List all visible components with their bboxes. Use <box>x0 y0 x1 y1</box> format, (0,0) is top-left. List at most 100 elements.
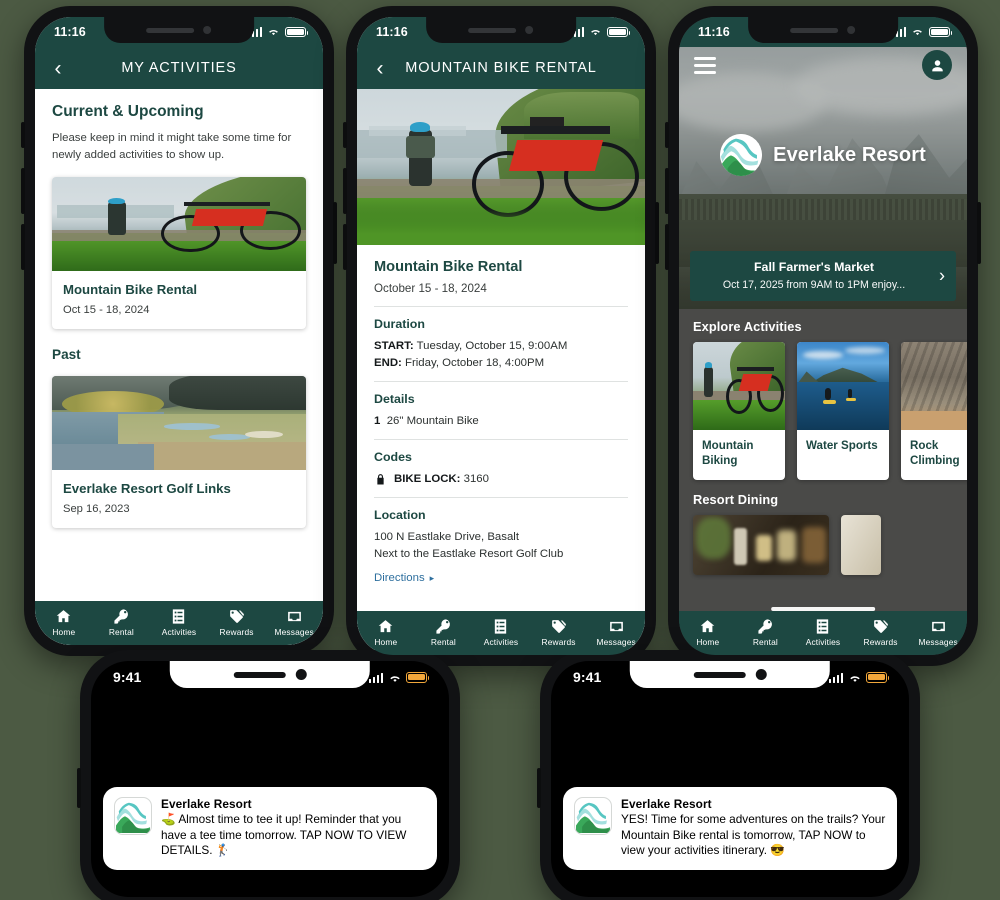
front-camera-icon <box>203 26 212 34</box>
home-indicator[interactable] <box>449 607 553 611</box>
address-line-2: Next to the Eastlake Resort Golf Club <box>374 548 564 561</box>
home-indicator[interactable] <box>771 607 875 611</box>
chevron-right-icon: › <box>939 265 945 286</box>
status-time: 9:41 <box>113 669 142 685</box>
resort-dining-heading: Resort Dining <box>693 491 779 507</box>
brand-lockup: Everlake Resort <box>679 134 967 176</box>
tab-home[interactable]: Home <box>679 618 737 647</box>
wifi-icon <box>388 673 401 683</box>
tab-label: Activities <box>483 636 519 647</box>
tab-rewards[interactable]: Rewards <box>208 608 266 637</box>
wifi-icon <box>911 27 924 37</box>
section-heading-past: Past <box>52 347 81 363</box>
home-indicator[interactable] <box>127 597 231 601</box>
user-avatar-icon[interactable] <box>922 50 952 80</box>
notification-app-name: Everlake Resort <box>621 797 712 811</box>
detail-section-codes: Codes BIKE LOCK: 3160 <box>374 438 628 497</box>
item-qty: 1 <box>374 414 381 427</box>
activity-name: Everlake Resort Golf Links <box>63 481 231 497</box>
explore-card-rock-climbing[interactable]: Rock Climbing <box>901 342 967 480</box>
detail-subtitle: October 15 - 18, 2024 <box>374 282 487 295</box>
tab-home[interactable]: Home <box>35 608 93 637</box>
tab-rental[interactable]: Rental <box>415 618 473 647</box>
speaker-grille-icon <box>468 27 517 33</box>
activity-thumbnail-mountain-bike <box>52 177 306 272</box>
notification-banner[interactable]: Everlake Resort YES! Time for some adven… <box>563 787 897 871</box>
promo-banner-fall-farmers-market[interactable]: Fall Farmer's Market Oct 17, 2025 from 9… <box>690 251 956 301</box>
phone1-screen: 11:16 ‹ MY ACTIVITIES Current & Upcoming… <box>35 17 323 645</box>
tab-rewards[interactable]: Rewards <box>530 618 588 647</box>
phone1-volume-down-button[interactable] <box>21 224 25 270</box>
battery-full-icon <box>607 26 631 38</box>
end-label: END: <box>374 356 402 369</box>
phone2-volume-up-button[interactable] <box>343 168 347 214</box>
key-icon <box>435 618 452 635</box>
front-camera-icon <box>295 669 307 680</box>
back-chevron-left-icon[interactable]: ‹ <box>45 58 71 79</box>
inbox-icon <box>930 618 947 635</box>
tab-activities[interactable]: Activities <box>794 618 852 647</box>
explore-card-label: Water Sports <box>806 439 878 452</box>
phone3-volume-up-button[interactable] <box>665 168 669 214</box>
code-value: 3160 <box>463 472 489 485</box>
tab-label: Home <box>52 626 76 637</box>
inbox-icon <box>608 618 625 635</box>
status-time: 9:41 <box>573 669 602 685</box>
phone2-power-button[interactable] <box>655 202 659 264</box>
activity-card-upcoming[interactable]: Mountain Bike Rental Oct 15 - 18, 2024 <box>52 177 306 330</box>
phone2-mute-button[interactable] <box>343 122 347 148</box>
back-chevron-left-icon[interactable]: ‹ <box>367 58 393 79</box>
tab-activities[interactable]: Activities <box>150 608 208 637</box>
section-value: 1 26" Mountain Bike <box>374 413 628 430</box>
phone2-tab-bar: Home Rental Activities Rewards Messages <box>357 611 645 655</box>
lock-icon <box>374 473 387 486</box>
explore-activities-carousel[interactable]: Mountain Biking Water Sports Rock Climbi… <box>679 342 967 480</box>
everlake-mountain-logo-icon <box>720 134 763 176</box>
resort-dining-carousel[interactable] <box>679 514 967 575</box>
activity-name: Mountain Bike Rental <box>63 282 198 298</box>
brand-name: Everlake Resort <box>773 143 926 166</box>
phone1-volume-up-button[interactable] <box>21 168 25 214</box>
activity-card-past[interactable]: Everlake Resort Golf Links Sep 16, 2023 <box>52 376 306 529</box>
dining-card-1[interactable] <box>693 514 829 575</box>
explore-card-mountain-biking[interactable]: Mountain Biking <box>693 342 785 480</box>
promo-subtitle: Oct 17, 2025 from 9AM to 1PM enjoy... <box>722 279 906 291</box>
detail-section-details: Details 1 26" Mountain Bike <box>374 380 628 439</box>
dining-card-2[interactable] <box>841 514 881 575</box>
hamburger-menu-icon[interactable] <box>694 56 716 74</box>
battery-full-icon <box>285 26 309 38</box>
explore-thumbnail <box>901 342 967 430</box>
detail-section-location: Location 100 N Eastlake Drive, Basalt Ne… <box>374 496 628 594</box>
home-icon <box>55 608 72 625</box>
explore-card-water-sports[interactable]: Water Sports <box>797 342 889 480</box>
phone5-notch <box>629 661 831 688</box>
home-icon <box>699 618 716 635</box>
phone-notification-golf: 9:41 Everlake Resort ⛳ Almost time to te… <box>77 650 460 900</box>
phone1-power-button[interactable] <box>333 202 337 264</box>
tab-activities[interactable]: Activities <box>472 618 530 647</box>
tab-rental[interactable]: Rental <box>737 618 795 647</box>
directions-link[interactable]: Directions ▸ <box>374 572 628 584</box>
tab-rental[interactable]: Rental <box>93 608 151 637</box>
list-clipboard-icon <box>170 608 187 625</box>
phone3-power-button[interactable] <box>977 202 981 264</box>
tab-label: Rental <box>108 626 134 637</box>
phone3-volume-down-button[interactable] <box>665 224 669 270</box>
phone1-mute-button[interactable] <box>21 122 25 148</box>
phone2-volume-down-button[interactable] <box>343 224 347 270</box>
phone4-volume-up-button[interactable] <box>77 768 81 808</box>
tab-messages[interactable]: Messages <box>265 608 323 637</box>
tab-messages[interactable]: Messages <box>909 618 967 647</box>
everlake-mountain-logo-icon <box>114 797 152 835</box>
tab-label: Rental <box>430 636 456 647</box>
tab-messages[interactable]: Messages <box>587 618 645 647</box>
notification-message: YES! Time for some adventures on the tra… <box>621 812 886 858</box>
tab-home[interactable]: Home <box>357 618 415 647</box>
battery-full-icon <box>929 26 953 38</box>
phone3-mute-button[interactable] <box>665 122 669 148</box>
notification-banner[interactable]: Everlake Resort ⛳ Almost time to tee it … <box>103 787 437 871</box>
tab-label: Messages <box>596 636 636 647</box>
tab-rewards[interactable]: Rewards <box>852 618 910 647</box>
section-label: Duration <box>374 317 425 331</box>
phone5-volume-up-button[interactable] <box>537 768 541 808</box>
